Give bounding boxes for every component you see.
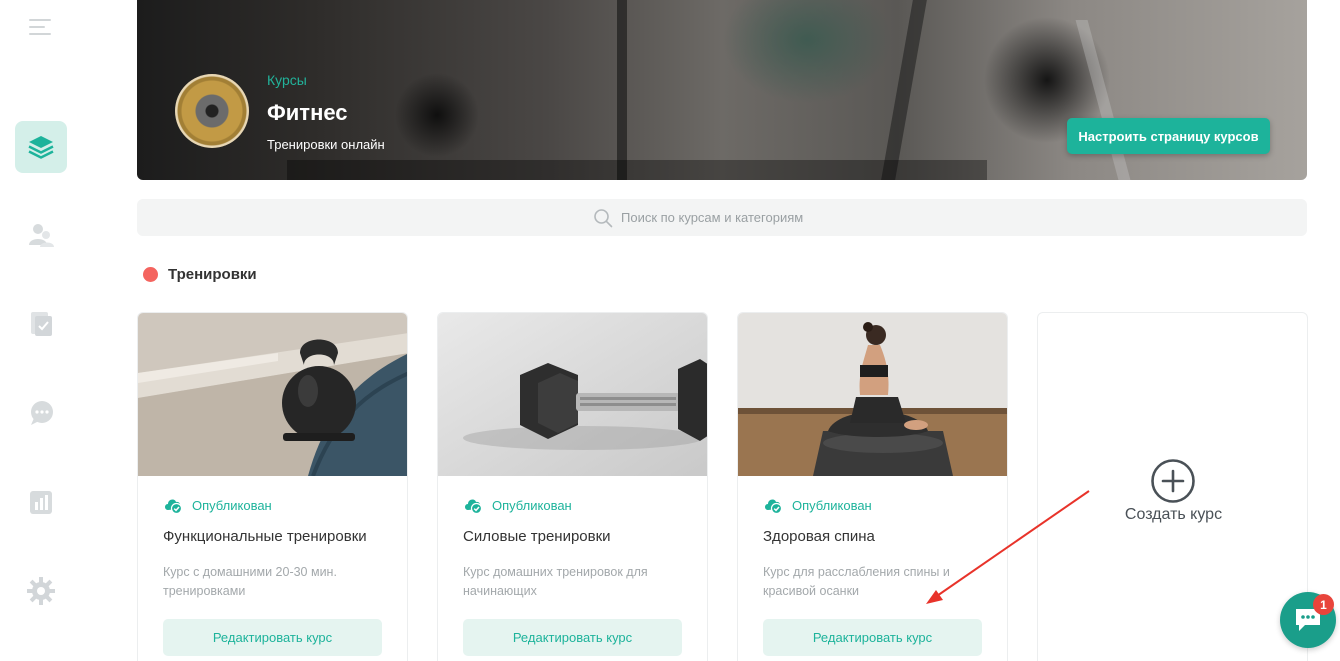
sidebar-item-users[interactable]	[15, 209, 67, 261]
course-title: Силовые тренировки	[463, 528, 611, 545]
course-card[interactable]: Опубликован Здоровая спина Курс для расс…	[737, 312, 1008, 661]
course-title: Функциональные тренировки	[163, 528, 367, 545]
course-description: Курс с домашними 20-30 мин. тренировками	[163, 565, 337, 598]
menu-icon[interactable]	[29, 19, 53, 41]
cloud-check-icon	[465, 499, 483, 514]
category-color-dot	[143, 267, 158, 282]
status-published: Опубликован	[463, 496, 572, 514]
course-card[interactable]: Опубликован Функциональные тренировки Ку…	[137, 312, 408, 661]
main-area: Курсы Фитнес Тренировки онлайн Настроить…	[86, 0, 1340, 661]
edit-course-button[interactable]: Редактировать курс	[763, 619, 982, 656]
course-description: Курс для расслабления спины и красивой о…	[763, 565, 950, 598]
course-title: Здоровая спина	[763, 528, 875, 545]
settings-gear-icon	[27, 577, 55, 605]
document-check-icon	[31, 312, 52, 336]
status-text: Опубликован	[492, 497, 572, 513]
chat-bubbles-icon	[31, 401, 53, 425]
status-published: Опубликован	[163, 496, 272, 514]
sidebar	[0, 0, 86, 661]
search-bar[interactable]	[137, 199, 1307, 236]
cloud-check-icon	[165, 499, 183, 514]
create-course-card[interactable]: Создать курс	[1037, 312, 1308, 661]
create-course-label: Создать курс	[1124, 506, 1223, 523]
plus-circle-icon	[1151, 459, 1195, 503]
course-card[interactable]: Опубликован Силовые тренировки Курс дома…	[437, 312, 708, 661]
status-published: Опубликован	[763, 496, 872, 514]
status-text: Опубликован	[192, 497, 272, 513]
status-text: Опубликован	[792, 497, 872, 513]
course-image-dumbbell[interactable]	[438, 313, 707, 476]
courses-stack-icon	[28, 136, 54, 159]
school-logo	[175, 74, 249, 148]
course-image-yoga[interactable]	[738, 313, 1007, 476]
edit-course-button[interactable]: Редактировать курс	[163, 619, 382, 656]
cloud-check-icon	[765, 499, 783, 514]
page-subtitle: Тренировки онлайн	[267, 137, 385, 152]
search-icon	[594, 209, 613, 228]
sidebar-item-settings[interactable]	[15, 565, 67, 617]
category-heading: Тренировки	[168, 266, 257, 283]
sidebar-item-courses[interactable]	[15, 121, 67, 173]
edit-course-button[interactable]: Редактировать курс	[463, 619, 682, 656]
page-title: Фитнес	[267, 100, 348, 125]
notification-badge: 1	[1313, 594, 1334, 615]
configure-courses-page-button[interactable]: Настроить страницу курсов	[1067, 118, 1270, 154]
hero-category[interactable]: Курсы	[267, 72, 307, 88]
course-description: Курс домашних тренировок для начинающих	[463, 565, 648, 598]
search-input[interactable]	[621, 207, 1021, 228]
sidebar-item-messages[interactable]	[15, 387, 67, 439]
users-icon	[29, 224, 54, 247]
hero-banner: Курсы Фитнес Тренировки онлайн Настроить…	[137, 0, 1307, 180]
course-image-kettlebell[interactable]	[138, 313, 407, 476]
sidebar-item-assignments[interactable]	[15, 298, 67, 350]
sidebar-item-analytics[interactable]	[15, 476, 67, 528]
analytics-icon	[30, 491, 52, 514]
